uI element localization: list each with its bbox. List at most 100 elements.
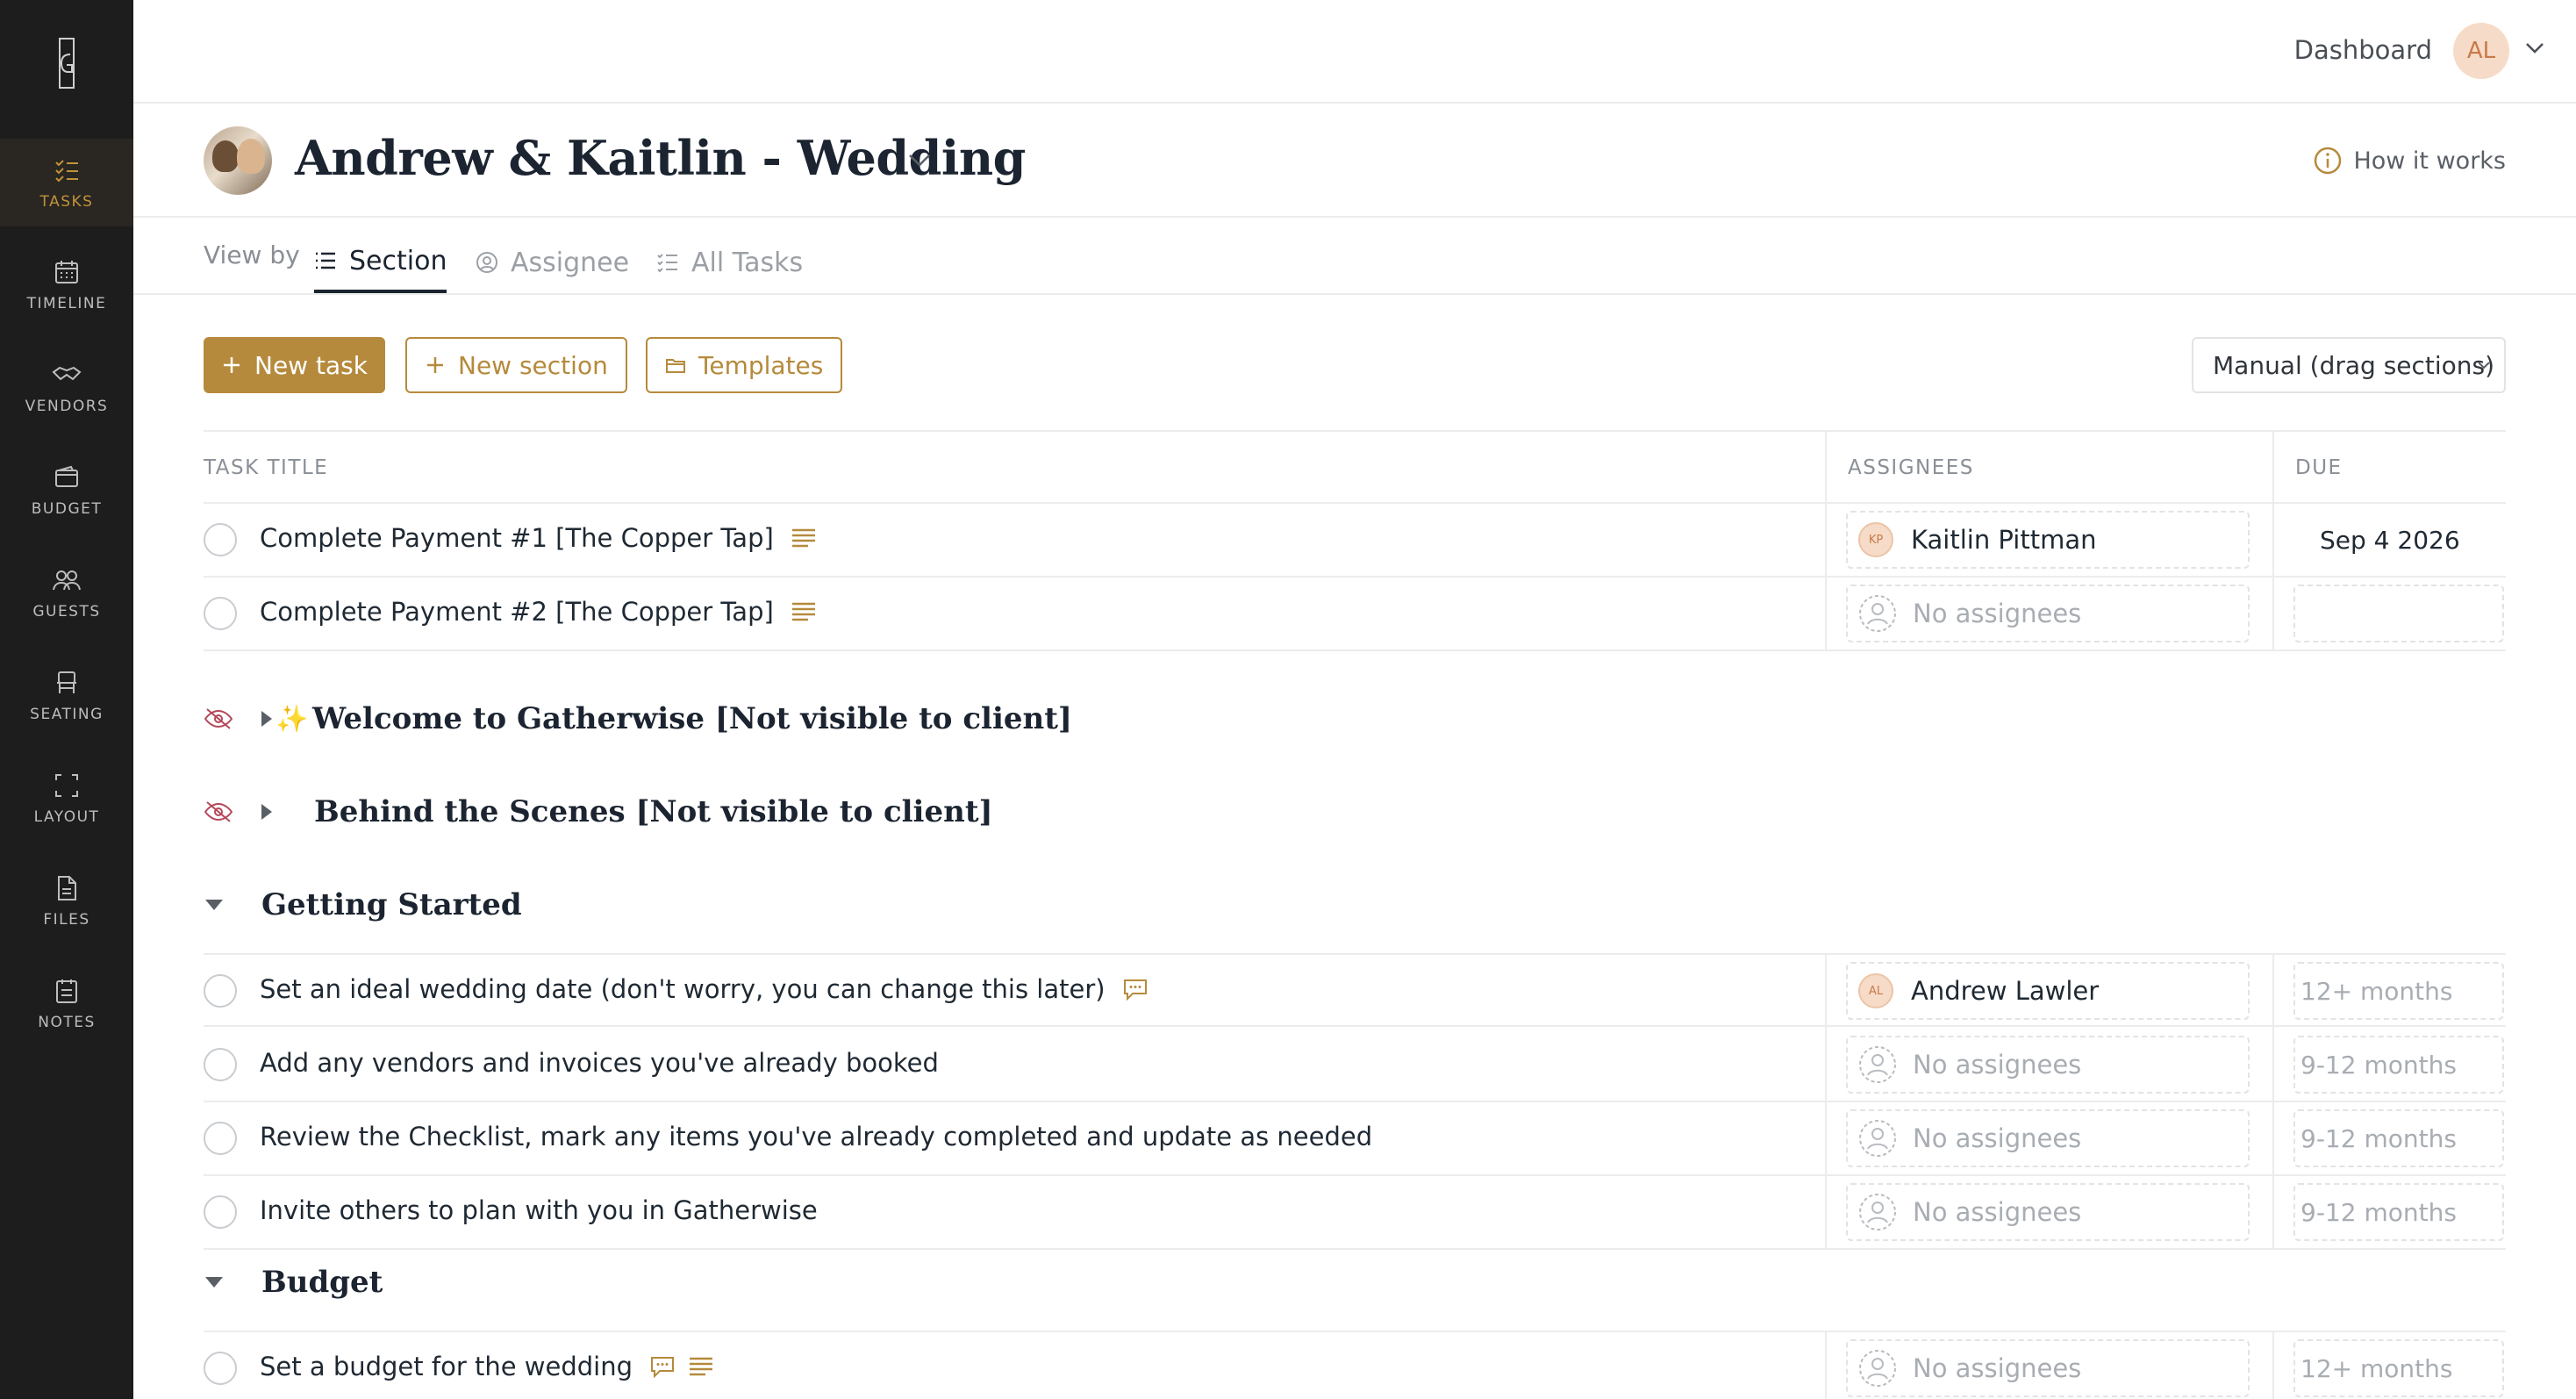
section-header[interactable]: Behind the Scenes [Not visible to client… <box>204 781 2506 843</box>
assignee-name: Andrew Lawler <box>1911 976 2100 1006</box>
new-section-button[interactable]: New section <box>405 337 627 393</box>
empty-user-icon <box>1859 1120 1896 1157</box>
chevron-down-icon[interactable] <box>907 153 932 169</box>
sidebar-item-tasks[interactable]: TASKS <box>0 139 133 226</box>
tab-all-tasks[interactable]: All Tasks <box>656 232 803 293</box>
user-circle-icon <box>476 252 497 273</box>
section-header[interactable]: Getting Started <box>204 874 2506 936</box>
assignee-field[interactable]: AL Andrew Lawler <box>1846 962 2250 1020</box>
sidebar-item-label: TIMELINE <box>26 295 107 312</box>
assignee-field[interactable]: No assignees <box>1846 585 2250 642</box>
folder-icon <box>666 359 685 373</box>
caret-down-icon[interactable] <box>204 897 225 913</box>
due-date-field[interactable]: 9-12 months <box>2293 1183 2504 1241</box>
tab-label: Section <box>349 245 447 276</box>
task-title[interactable]: Set an ideal wedding date (don't worry, … <box>260 974 1149 1004</box>
table-row[interactable]: Invite others to plan with you in Gather… <box>204 1176 2506 1250</box>
due-date-field[interactable] <box>2293 585 2504 642</box>
task-title[interactable]: Add any vendors and invoices you've alre… <box>260 1048 939 1078</box>
user-avatar[interactable]: AL <box>2453 23 2509 79</box>
task-checkbox[interactable] <box>204 597 237 630</box>
task-title[interactable]: Complete Payment #2 [The Copper Tap] <box>260 597 818 627</box>
info-icon <box>2315 147 2342 175</box>
sidebar-item-guests[interactable]: GUESTS <box>0 549 133 636</box>
comment-icon <box>1123 979 1147 1001</box>
view-by-label: View by <box>204 240 300 269</box>
column-due: DUE <box>2295 456 2343 479</box>
sidebar-item-notes[interactable]: NOTES <box>0 959 133 1047</box>
top-bar: Dashboard AL <box>133 0 2576 104</box>
templates-label: Templates <box>698 350 824 380</box>
sidebar-item-label: BUDGET <box>31 500 103 518</box>
eye-off-icon[interactable] <box>204 707 233 730</box>
sidebar-item-seating[interactable]: SEATING <box>0 651 133 739</box>
caret-right-icon[interactable] <box>258 709 275 728</box>
eye-off-icon[interactable] <box>204 800 233 823</box>
due-date-field[interactable]: Sep 4 2026 <box>2293 511 2504 569</box>
description-icon <box>791 528 815 548</box>
assignee-name: Kaitlin Pittman <box>1911 525 2097 555</box>
tab-label: All Tasks <box>691 247 804 278</box>
assignee-field[interactable]: KP Kaitlin Pittman <box>1846 511 2250 569</box>
table-row[interactable]: Set a budget for the wedding No assignee… <box>204 1331 2506 1399</box>
tab-assignee[interactable]: Assignee <box>476 232 629 293</box>
task-checkbox[interactable] <box>204 1122 237 1155</box>
chevron-down-icon[interactable] <box>2525 42 2544 54</box>
task-checkbox[interactable] <box>204 1352 237 1385</box>
caret-down-icon[interactable] <box>204 1274 225 1290</box>
sort-select[interactable]: Manual (drag sections) <box>2192 337 2506 393</box>
section-header[interactable]: ✨ Welcome to Gatherwise [Not visible to … <box>204 688 2506 750</box>
assignee-field[interactable]: No assignees <box>1846 1036 2250 1094</box>
table-row[interactable]: Add any vendors and invoices you've alre… <box>204 1029 2506 1102</box>
tab-section[interactable]: Section <box>314 232 447 293</box>
templates-button[interactable]: Templates <box>646 337 843 393</box>
notes-icon <box>51 975 82 1007</box>
tab-label: Assignee <box>511 247 630 278</box>
task-checkbox[interactable] <box>204 974 237 1008</box>
avatar: AL <box>1858 973 1893 1008</box>
section-header[interactable]: Budget <box>204 1252 2506 1313</box>
column-assignees: ASSIGNEES <box>1848 456 1974 479</box>
sidebar-item-timeline[interactable]: TIMELINE <box>0 240 133 328</box>
table-header: TASK TITLE ASSIGNEES DUE <box>204 430 2506 504</box>
task-checkbox[interactable] <box>204 1048 237 1081</box>
sidebar-item-layout[interactable]: LAYOUT <box>0 754 133 842</box>
dashboard-link[interactable]: Dashboard <box>2294 35 2432 65</box>
task-checkbox[interactable] <box>204 1195 237 1229</box>
column-task-title: TASK TITLE <box>204 456 329 479</box>
task-title[interactable]: Complete Payment #1 [The Copper Tap] <box>260 523 818 553</box>
sidebar-item-budget[interactable]: BUDGET <box>0 446 133 534</box>
assignee-field[interactable]: No assignees <box>1846 1339 2250 1397</box>
checklist-icon <box>657 254 677 273</box>
table-row[interactable]: Complete Payment #1 [The Copper Tap] KP … <box>204 504 2506 578</box>
task-title[interactable]: Review the Checklist, mark any items you… <box>260 1122 1372 1151</box>
due-date-field[interactable]: 12+ months <box>2293 1339 2504 1397</box>
calendar-icon <box>51 256 82 288</box>
task-checkbox[interactable] <box>204 523 237 556</box>
file-icon <box>51 872 82 904</box>
due-date-field[interactable]: 9-12 months <box>2293 1036 2504 1094</box>
table-row[interactable]: Review the Checklist, mark any items you… <box>204 1102 2506 1176</box>
sidebar-item-label: NOTES <box>38 1014 96 1031</box>
new-task-button[interactable]: New task <box>204 337 385 393</box>
section-title: Getting Started <box>261 887 522 922</box>
people-icon <box>51 564 82 596</box>
sidebar-item-vendors[interactable]: VENDORS <box>0 343 133 431</box>
sidebar-item-label: SEATING <box>30 706 104 723</box>
caret-right-icon[interactable] <box>258 802 275 821</box>
project-avatar <box>204 126 272 195</box>
assignee-field[interactable]: No assignees <box>1846 1109 2250 1167</box>
table-row[interactable]: Complete Payment #2 [The Copper Tap] No … <box>204 578 2506 651</box>
table-row[interactable]: Set an ideal wedding date (don't worry, … <box>204 953 2506 1029</box>
task-title[interactable]: Invite others to plan with you in Gather… <box>260 1195 818 1225</box>
due-date-field[interactable]: 12+ months <box>2293 962 2504 1020</box>
chair-icon <box>51 667 82 699</box>
due-date-field[interactable]: 9-12 months <box>2293 1109 2504 1167</box>
how-it-works-link[interactable]: How it works <box>2313 146 2506 176</box>
gatherwise-logo[interactable] <box>49 35 84 91</box>
sidebar-item-files[interactable]: FILES <box>0 857 133 944</box>
assignee-field[interactable]: No assignees <box>1846 1183 2250 1241</box>
assignee-name: No assignees <box>1913 1050 2082 1080</box>
section-title: Behind the Scenes [Not visible to client… <box>314 794 993 829</box>
task-title[interactable]: Set a budget for the wedding <box>260 1352 715 1381</box>
